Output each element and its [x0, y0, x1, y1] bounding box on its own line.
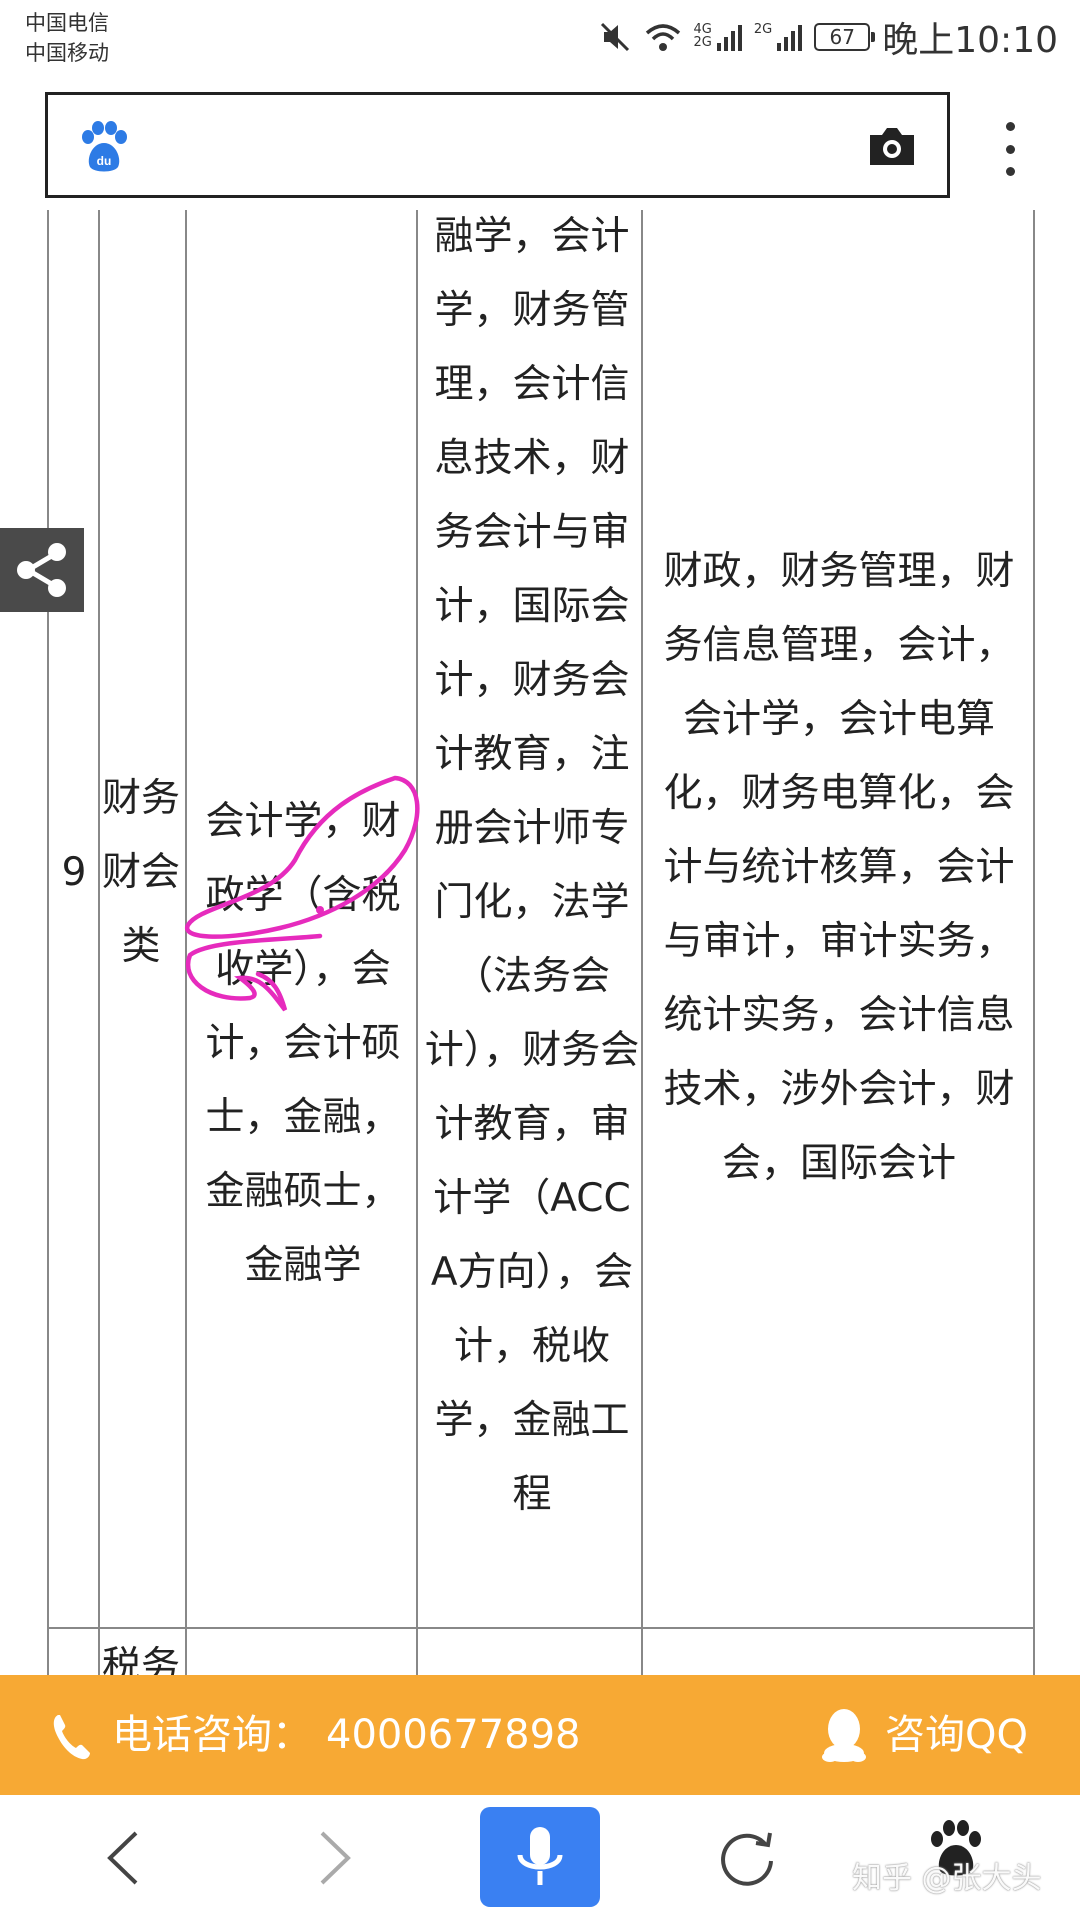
- share-button[interactable]: [0, 528, 84, 612]
- voice-search-button[interactable]: [480, 1807, 600, 1907]
- qq-icon[interactable]: [818, 1705, 870, 1765]
- svg-text:du: du: [97, 154, 112, 168]
- row-number: 9: [61, 850, 87, 895]
- signal-label-1: 4G 2G: [693, 22, 712, 50]
- row-divider: [47, 1627, 1035, 1629]
- bottom-nav: 知乎 @张大头: [0, 1795, 1080, 1920]
- mic-icon: [517, 1827, 563, 1885]
- next-category-cell: 税务: [101, 1644, 180, 1675]
- forward-icon[interactable]: [310, 1825, 360, 1891]
- more-menu-icon[interactable]: [1000, 122, 1020, 176]
- phone-consult-link[interactable]: 电话咨询： 4000677898: [112, 1705, 581, 1765]
- back-icon[interactable]: [98, 1825, 148, 1891]
- phone-number: 4000677898: [326, 1712, 581, 1758]
- signal-label-2: 2G: [753, 22, 773, 37]
- category-cell: 财务财会类: [101, 776, 180, 969]
- table-border: [416, 210, 418, 1675]
- camera-icon[interactable]: [866, 123, 918, 169]
- carrier-2: 中国移动: [25, 41, 109, 65]
- battery-icon: 67: [814, 23, 876, 51]
- share-icon: [17, 543, 66, 597]
- table-border: [47, 210, 49, 1675]
- carrier-info: 中国电信 中国移动: [25, 8, 109, 68]
- signal-icon-1: 4G 2G: [694, 23, 742, 51]
- search-bar[interactable]: du: [45, 92, 950, 198]
- qq-consult-link[interactable]: 咨询QQ: [885, 1705, 1028, 1765]
- table-border: [1033, 210, 1035, 1675]
- baidu-logo-icon[interactable]: du: [80, 121, 128, 173]
- table-border: [185, 210, 187, 1675]
- phone-label: 电话咨询：: [112, 1712, 312, 1758]
- phone-icon[interactable]: [50, 1711, 92, 1761]
- carrier-1: 中国电信: [25, 11, 109, 35]
- watermark: 知乎 @张大头: [852, 1861, 1042, 1896]
- mute-icon: [600, 22, 629, 52]
- clock: 晚上10:10: [882, 20, 1058, 61]
- status-icons: 4G 2G 2G 67 晚上10:10: [598, 12, 1058, 62]
- wifi-icon: [645, 24, 680, 51]
- status-bar: 中国电信 中国移动 4G 2G 2G 67 晚上10:10: [0, 0, 1080, 80]
- major-cell-1: 会计学，财政学（含税收学），会计，会计硕士，金融，金融硕士，金融学: [205, 799, 401, 1288]
- major-table: 9 财务财会类 会计学，财政学（含税收学），会计，会计硕士，金融，金融硕士，金融…: [0, 210, 1080, 1675]
- major-cell-2: 融学，会计学，财务管理，会计信息技术，财务会计与审计，国际会计，财务会计教育，注…: [424, 214, 640, 1517]
- signal-icon-2: 2G: [753, 22, 803, 51]
- major-cell-3: 财政，财务管理，财务信息管理，会计，会计学，会计电算化，财务电算化，会计与统计核…: [663, 549, 1015, 1186]
- refresh-icon[interactable]: [716, 1827, 778, 1889]
- consult-bar: 电话咨询： 4000677898 咨询QQ: [0, 1675, 1080, 1795]
